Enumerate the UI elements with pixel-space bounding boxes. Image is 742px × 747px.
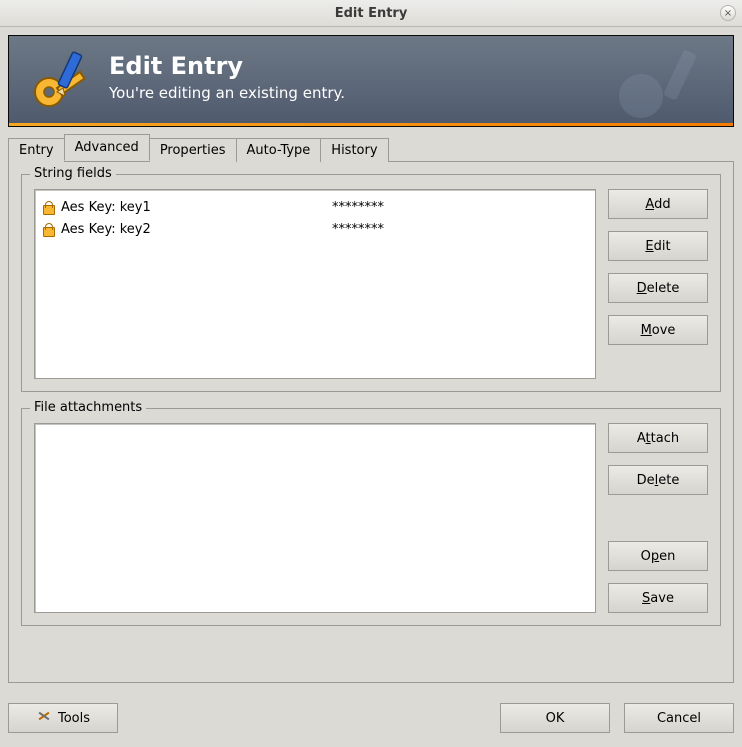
file-attachments-list[interactable]	[34, 423, 596, 613]
file-attachments-legend: File attachments	[30, 400, 146, 415]
button-label: Add	[645, 197, 670, 212]
button-label: Attach	[637, 431, 679, 446]
string-fields-delete-button[interactable]: Delete	[608, 273, 708, 303]
tab-properties[interactable]: Properties	[149, 138, 237, 162]
string-field-value: ********	[332, 222, 384, 237]
file-attachments-attach-button[interactable]: Attach	[608, 423, 708, 453]
button-label: Delete	[637, 473, 680, 488]
string-fields-legend: String fields	[30, 166, 116, 181]
tabstrip: Entry Advanced Properties Auto-Type Hist…	[8, 135, 734, 161]
string-field-name: Aes Key: key1	[61, 200, 326, 215]
titlebar: Edit Entry ×	[0, 0, 742, 27]
close-icon: ×	[724, 8, 732, 19]
string-field-name: Aes Key: key2	[61, 222, 326, 237]
button-label: OK	[546, 711, 565, 726]
file-attachments-group: File attachments Attach Delete Open Save	[21, 408, 721, 626]
file-attachments-save-button[interactable]: Save	[608, 583, 708, 613]
cancel-button[interactable]: Cancel	[624, 703, 734, 733]
button-label: Tools	[58, 711, 90, 726]
tab-entry[interactable]: Entry	[8, 138, 65, 162]
file-attachments-delete-button[interactable]: Delete	[608, 465, 708, 495]
close-button[interactable]: ×	[720, 5, 736, 21]
dialog-heading: Edit Entry	[109, 52, 345, 80]
button-label: Delete	[637, 281, 680, 296]
ok-button[interactable]: OK	[500, 703, 610, 733]
string-field-row[interactable]: Aes Key: key1 ********	[37, 196, 593, 218]
button-label: Open	[641, 549, 676, 564]
key-pencil-icon-ghost	[603, 44, 723, 127]
tab-history[interactable]: History	[320, 138, 388, 162]
window-title: Edit Entry	[0, 6, 742, 21]
tools-button[interactable]: Tools	[8, 703, 118, 733]
string-fields-add-button[interactable]: Add	[608, 189, 708, 219]
lock-icon	[41, 200, 55, 214]
tab-auto-type[interactable]: Auto-Type	[236, 138, 322, 162]
button-label: Move	[641, 323, 676, 338]
string-fields-group: String fields Aes Key: key1 ******** Aes…	[21, 174, 721, 392]
button-label: Save	[642, 591, 674, 606]
string-fields-edit-button[interactable]: Edit	[608, 231, 708, 261]
string-fields-move-button[interactable]: Move	[608, 315, 708, 345]
dialog-button-bar: Tools OK Cancel	[8, 703, 734, 733]
dialog-content: Entry Advanced Properties Auto-Type Hist…	[8, 135, 734, 683]
string-field-value: ********	[332, 200, 384, 215]
tab-advanced[interactable]: Advanced	[64, 134, 150, 161]
dialog-subheading: You're editing an existing entry.	[109, 84, 345, 102]
key-pencil-icon	[27, 48, 95, 120]
lock-icon	[41, 222, 55, 236]
tabpage-advanced: String fields Aes Key: key1 ******** Aes…	[8, 161, 734, 683]
string-field-row[interactable]: Aes Key: key2 ********	[37, 218, 593, 240]
file-attachments-open-button[interactable]: Open	[608, 541, 708, 571]
button-label: Edit	[645, 239, 670, 254]
button-label: Cancel	[657, 711, 701, 726]
dialog-header: Edit Entry You're editing an existing en…	[8, 35, 734, 127]
string-fields-list[interactable]: Aes Key: key1 ******** Aes Key: key2 ***…	[34, 189, 596, 379]
tools-icon	[36, 708, 52, 728]
